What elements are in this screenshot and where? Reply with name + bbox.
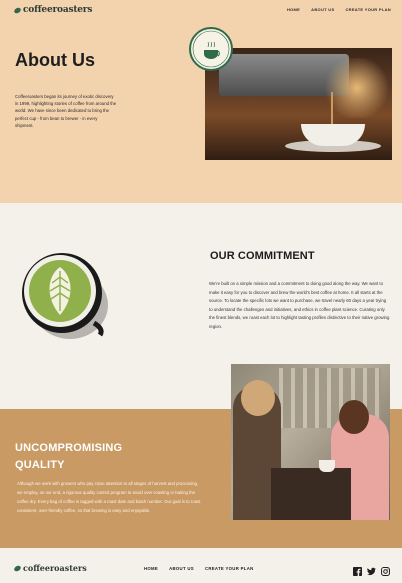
nav-home-link[interactable]: HOME <box>287 7 300 12</box>
nav-about-link[interactable]: ABOUT US <box>311 7 334 12</box>
matcha-latte-illustration <box>22 253 108 339</box>
quality-description: Although we work with growers who pay cl… <box>17 481 201 513</box>
footer-nav: HOME ABOUT US CREATE YOUR PLAN <box>144 566 254 571</box>
footer-nav-home-link[interactable]: HOME <box>144 566 158 571</box>
commitment-description: We're built on a simple mission and a co… <box>209 281 390 329</box>
footer-brand-name: coffeeroasters <box>23 563 87 573</box>
facebook-icon[interactable] <box>353 563 362 576</box>
header-nav: HOME ABOUT US CREATE YOUR PLAN <box>287 7 391 12</box>
coffee-bean-icon <box>13 564 22 572</box>
coffee-bean-icon <box>13 6 22 14</box>
nav-create-plan-link[interactable]: CREATE YOUR PLAN <box>345 7 391 12</box>
barista-customer-photo <box>231 364 390 520</box>
footer-nav-create-plan-link[interactable]: CREATE YOUR PLAN <box>205 566 254 571</box>
social-links <box>353 563 390 576</box>
footer-nav-about-link[interactable]: ABOUT US <box>169 566 194 571</box>
brand-logo[interactable]: coffeeroasters <box>13 5 93 15</box>
quality-title-line2: QUALITY <box>15 459 65 471</box>
footer-brand-logo[interactable]: coffeeroasters <box>13 563 87 573</box>
stamp-logo-icon <box>192 30 230 68</box>
twitter-icon[interactable] <box>367 563 376 576</box>
commitment-title: OUR COMMITMENT <box>210 250 315 262</box>
brand-name: coffeeroasters <box>23 5 93 15</box>
but-first-coffee-stamp <box>189 27 233 71</box>
quality-title: UNCOMPROMISING QUALITY <box>15 440 122 474</box>
espresso-machine-photo <box>205 48 392 160</box>
page-title: About Us <box>15 50 95 70</box>
about-description: Coffeeroasters began its journey of exot… <box>15 94 117 128</box>
instagram-icon[interactable] <box>381 563 390 576</box>
quality-title-line1: UNCOMPROMISING <box>15 442 123 454</box>
